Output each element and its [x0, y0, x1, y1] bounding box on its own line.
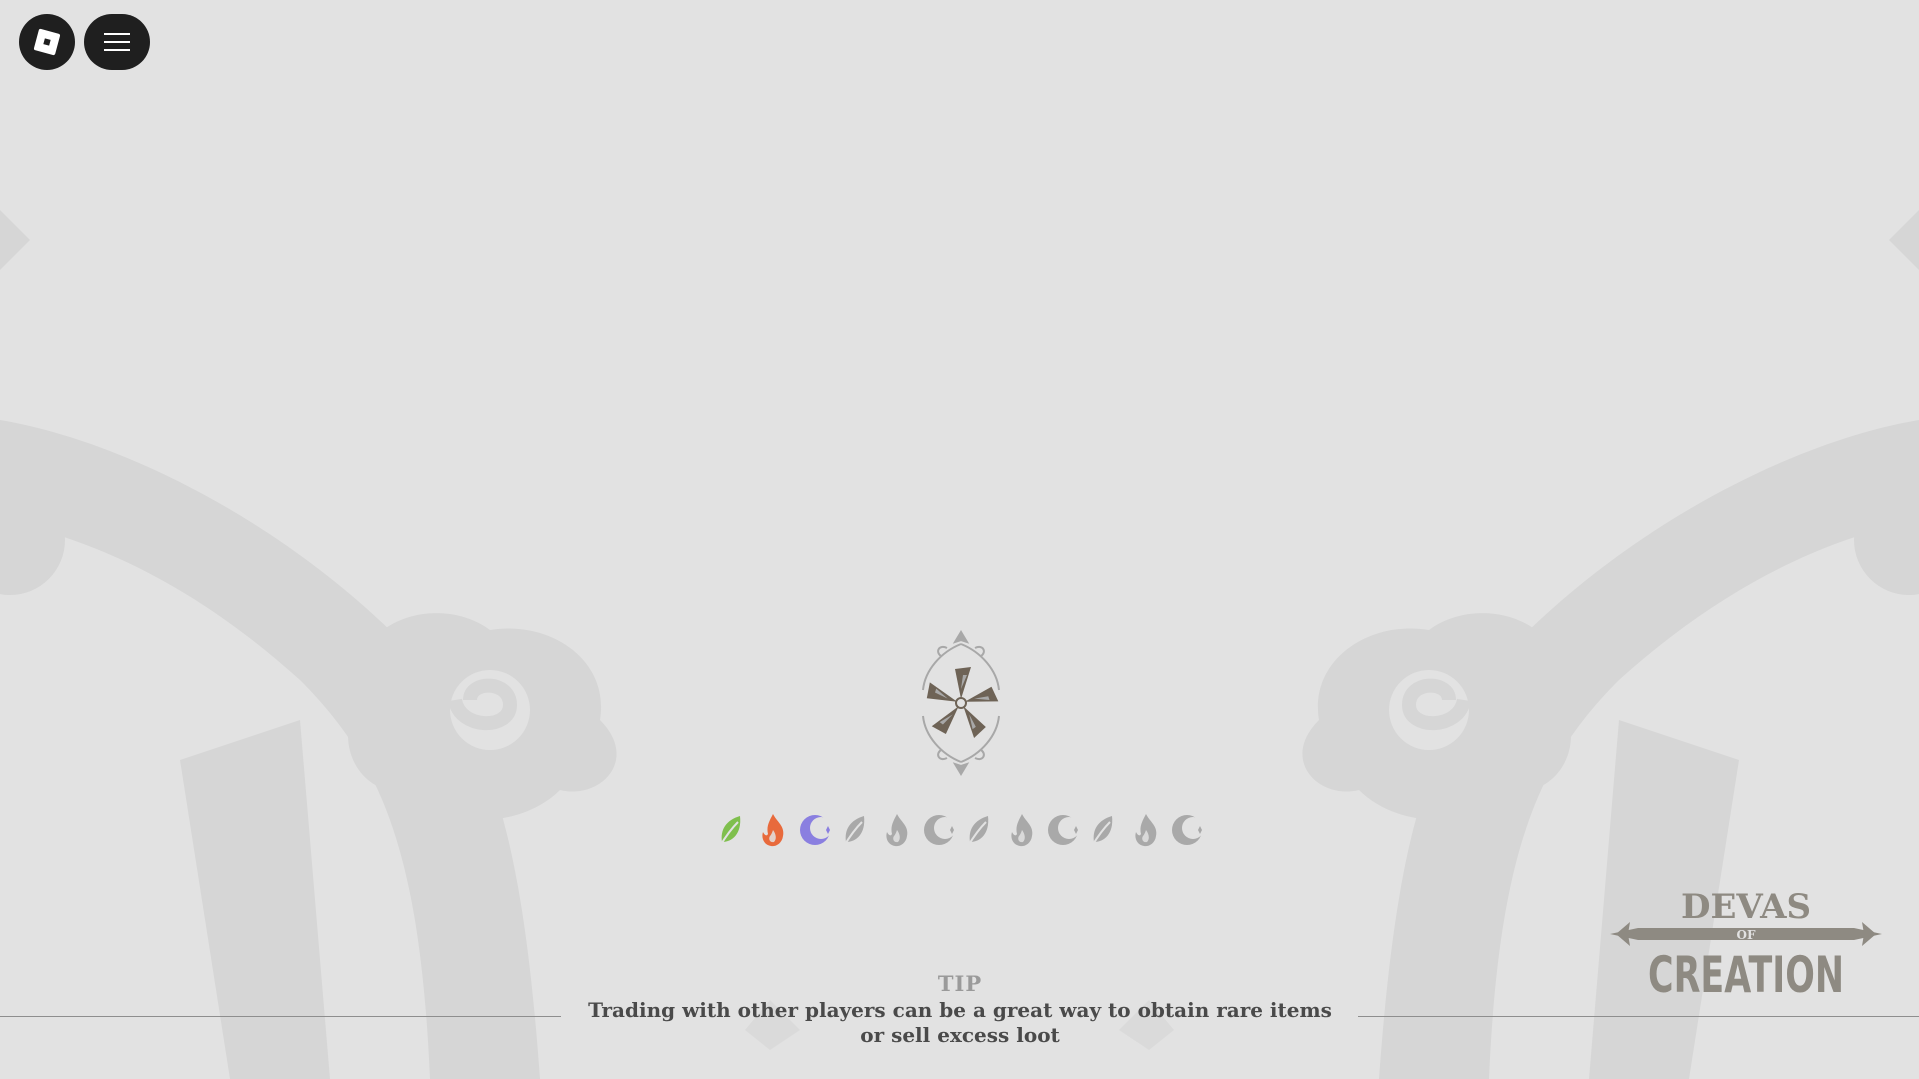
- moon-icon: [1171, 815, 1203, 845]
- moon-icon: [799, 815, 831, 845]
- roblox-logo-icon: [33, 28, 61, 56]
- fire-icon: [762, 814, 784, 847]
- fire-icon: [1134, 814, 1156, 847]
- leaf-icon: [1091, 816, 1113, 847]
- moon-icon: [1047, 815, 1079, 845]
- leaf-icon: [843, 816, 865, 847]
- moon-icon: [923, 815, 955, 845]
- tip-title: TIP: [937, 971, 983, 996]
- element-icons-row: [716, 810, 1203, 850]
- devas-of-creation-logo: DEVAS OF CREATION: [1610, 888, 1882, 1000]
- tip-text: Trading with other players can be a grea…: [588, 998, 1332, 1047]
- logo-line1: DEVAS: [1681, 888, 1811, 927]
- pinwheel-emblem-icon: [922, 630, 1000, 776]
- fire-icon: [886, 814, 908, 847]
- roblox-button[interactable]: [19, 14, 75, 70]
- logo-line3: CREATION: [1648, 946, 1844, 1000]
- leaf-icon: [967, 816, 989, 847]
- leaf-icon: [719, 816, 741, 847]
- tip-panel: TIP Trading with other players can be a …: [580, 972, 1340, 1048]
- fire-icon: [1010, 814, 1032, 847]
- tip-divider-left: [0, 1016, 561, 1017]
- hamburger-menu-icon: [104, 33, 130, 51]
- logo-line2: OF: [1737, 928, 1756, 942]
- tip-divider-right: [1358, 1016, 1919, 1017]
- menu-button[interactable]: [84, 14, 150, 70]
